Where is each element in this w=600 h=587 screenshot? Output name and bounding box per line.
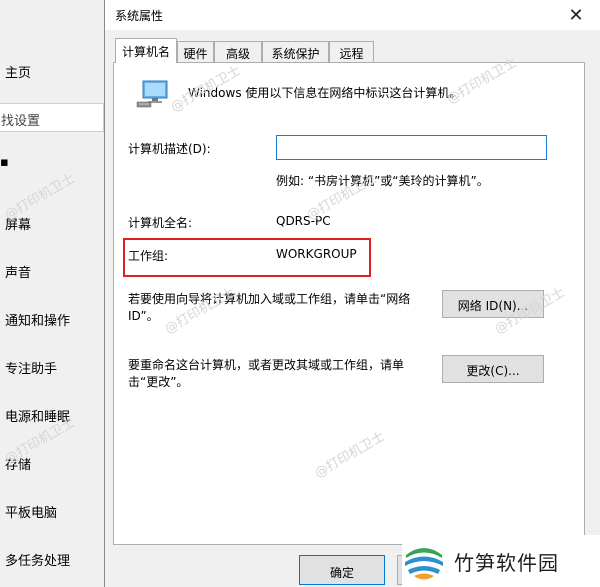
full-name-value: QDRS-PC [276,214,331,228]
sidebar-item-multitasking[interactable]: 多任务处理 [5,550,70,569]
computer-description-label: 计算机描述(D): [128,142,211,156]
sidebar-item-tablet[interactable]: 平板电脑 [5,502,57,521]
description-example-text: 例如: “书房计算机”或“美玲的计算机”。 [276,174,489,188]
computer-description-field[interactable] [276,135,547,160]
system-properties-dialog: 系统属性 ✕ 计算机名 硬件 高级 系统保护 远程 Windows 使用以下信息… [104,0,600,587]
sidebar-item-storage[interactable]: 存储 [5,454,31,473]
workgroup-value: WORKGROUP [276,247,357,261]
intro-text: Windows 使用以下信息在网络中标识这台计算机。 [188,86,462,100]
close-icon: ✕ [568,4,584,26]
tab-computer-name[interactable]: 计算机名 [115,38,177,63]
network-id-description: 若要使用向导将计算机加入域或工作组，请单击“网络 ID”。 [128,292,411,323]
sidebar-item-power-sleep[interactable]: 电源和睡眠 [5,406,70,425]
sidebar-item-display[interactable]: 屏幕 [5,214,31,233]
sidebar-item-sound[interactable]: 声音 [5,262,31,281]
ok-button[interactable]: 确定 [299,555,385,585]
settings-search-placeholder: 找设置 [1,114,41,129]
settings-search-box[interactable]: 找设置 [0,103,104,132]
workgroup-label: 工作组: [128,249,169,263]
sidebar-item-notifications[interactable]: 通知和操作 [5,310,70,329]
tab-advanced[interactable]: 高级 [214,41,262,62]
dialog-title: 系统属性 [115,9,164,23]
change-button[interactable]: 更改(C)... [442,355,544,383]
tab-remote[interactable]: 远程 [329,41,374,62]
settings-sidebar: 主页 找设置 ▪ 屏幕 声音 通知和操作 专注助手 电源和睡眠 存储 平板电脑 … [0,0,104,587]
sidebar-item-home[interactable]: 主页 [5,62,31,81]
sidebar-bullet: ▪ [0,155,9,170]
tab-hardware[interactable]: 硬件 [177,41,214,62]
brand-name: 竹笋软件园 [454,550,559,575]
rename-description: 要重命名这台计算机，或者更改其域或工作组，请单击“更改”。 [128,358,405,389]
tab-panel: Windows 使用以下信息在网络中标识这台计算机。 计算机描述(D): 例如:… [113,62,585,545]
close-button[interactable]: ✕ [551,0,600,30]
full-name-label: 计算机全名: [128,216,193,230]
title-bar: 系统属性 ✕ [105,0,600,30]
sidebar-item-focus-assist[interactable]: 专注助手 [5,358,57,377]
computer-icon [136,80,168,108]
tab-system-protection[interactable]: 系统保护 [262,41,329,62]
bamboo-logo-icon [403,540,445,582]
brand-logo: 竹笋软件园 [402,535,600,587]
network-id-button[interactable]: 网络 ID(N)... [442,290,544,318]
